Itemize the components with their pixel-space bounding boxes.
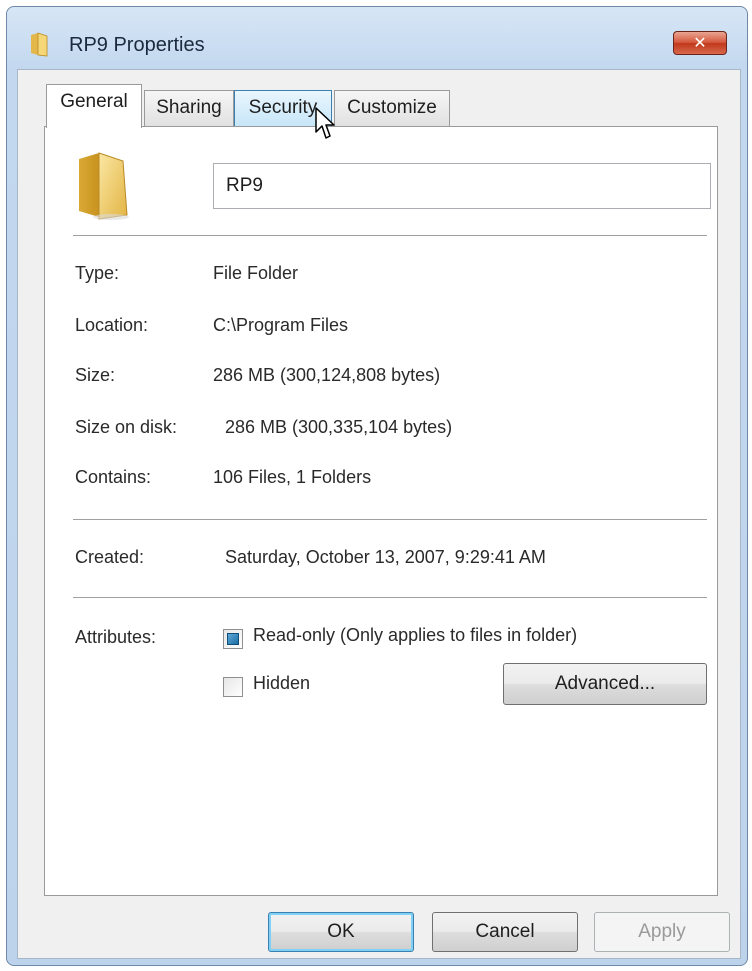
size-label: Size:: [75, 365, 116, 385]
cancel-button-label: Cancel: [475, 921, 535, 942]
tab-customize-label: Customize: [347, 97, 437, 118]
hidden-label: Hidden: [253, 673, 311, 693]
type-value: File Folder: [213, 263, 299, 283]
advanced-button-label: Advanced...: [554, 673, 656, 694]
read-only-label: Read-only (Only applies to files in fold…: [253, 625, 578, 645]
size-value: 286 MB (300,124,808 bytes): [213, 365, 441, 385]
tab-general[interactable]: General: [46, 84, 142, 128]
tab-sharing-label: Sharing: [156, 97, 222, 118]
title-bar[interactable]: RP9 Properties ✕: [7, 7, 747, 67]
close-button[interactable]: ✕: [673, 31, 727, 55]
apply-button[interactable]: Apply: [594, 912, 730, 952]
type-label: Type:: [75, 263, 120, 283]
folder-name-input[interactable]: RP9: [213, 163, 711, 209]
tab-security-label: Security: [248, 97, 318, 118]
ok-button[interactable]: OK: [268, 912, 414, 952]
read-only-checkbox[interactable]: [223, 629, 243, 649]
size-on-disk-label: Size on disk:: [75, 417, 178, 437]
contains-label: Contains:: [75, 467, 152, 487]
tab-customize[interactable]: Customize: [334, 90, 450, 126]
cancel-button[interactable]: Cancel: [432, 912, 578, 952]
created-value: Saturday, October 13, 2007, 9:29:41 AM: [225, 547, 546, 567]
location-value: C:\Program Files: [213, 315, 349, 335]
separator: [73, 235, 707, 237]
ok-button-label: OK: [327, 921, 355, 942]
tab-sharing[interactable]: Sharing: [144, 90, 234, 126]
properties-window: RP9 Properties ✕ General Sharing Securit…: [6, 6, 748, 966]
mouse-pointer-icon: [315, 107, 335, 139]
separator: [73, 519, 707, 521]
contains-value: 106 Files, 1 Folders: [213, 467, 372, 487]
folder-icon: [31, 32, 48, 57]
attributes-label: Attributes:: [75, 627, 157, 647]
dialog-client-area: General Sharing Security Customize RP9 T…: [17, 69, 741, 959]
close-icon: ✕: [693, 35, 707, 52]
advanced-button[interactable]: Advanced...: [503, 663, 707, 705]
tab-general-label: General: [60, 91, 128, 112]
location-label: Location:: [75, 315, 149, 335]
window-title: RP9 Properties: [69, 34, 205, 56]
general-tab-panel: RP9 Type: File Folder Location: C:\Progr…: [44, 126, 718, 896]
hidden-checkbox[interactable]: [223, 677, 243, 697]
apply-button-label: Apply: [638, 921, 686, 942]
size-on-disk-value: 286 MB (300,335,104 bytes): [225, 417, 453, 437]
folder-large-icon: [79, 152, 129, 220]
created-label: Created:: [75, 547, 145, 567]
separator: [73, 597, 707, 599]
